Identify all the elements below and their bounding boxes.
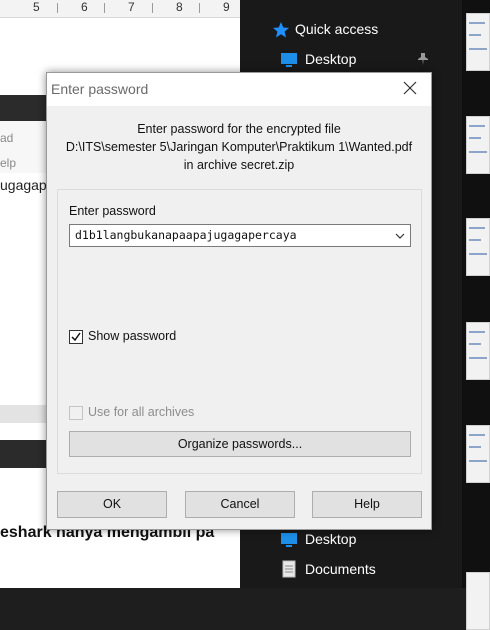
file-thumbnail[interactable] [466, 13, 490, 71]
cancel-button[interactable]: Cancel [185, 491, 295, 518]
ruler-tick: 7 [128, 0, 135, 14]
desktop-icon [281, 53, 297, 67]
ruler: 5 6 7 8 9 [0, 0, 240, 18]
show-password-label[interactable]: Show password [88, 329, 176, 343]
ribbon-text: elp [0, 156, 17, 170]
dialog-titlebar[interactable]: Enter password [47, 73, 431, 106]
document-text: ugagap [0, 177, 47, 193]
close-icon[interactable] [401, 79, 419, 97]
nav-item-desktop[interactable]: Desktop [305, 51, 356, 67]
organize-passwords-button[interactable]: Organize passwords... [69, 431, 411, 457]
chevron-down-icon[interactable] [394, 230, 406, 242]
file-thumbnail[interactable] [466, 425, 490, 483]
taskbar-strip [0, 95, 47, 121]
desktop-icon [281, 533, 297, 547]
ruler-tick: 8 [176, 0, 183, 14]
ruler-tick: 9 [223, 0, 230, 14]
file-thumbnail[interactable] [466, 218, 490, 276]
star-icon [273, 22, 289, 38]
file-thumbnail[interactable] [466, 572, 490, 630]
ribbon-text: ad [0, 131, 14, 145]
help-button[interactable]: Help [312, 491, 422, 518]
use-for-all-checkbox[interactable] [69, 406, 83, 420]
dialog-title: Enter password [51, 81, 149, 97]
use-for-all-label[interactable]: Use for all archives [88, 405, 194, 419]
pin-icon[interactable] [416, 52, 430, 66]
thumbnail-column [462, 0, 490, 630]
document-band [0, 405, 47, 423]
password-value: d1b1langbukanapaapajugagapercaya [75, 228, 297, 242]
nav-item-documents[interactable]: Documents [305, 561, 376, 577]
checkmark-icon [71, 332, 81, 342]
documents-icon [282, 560, 296, 578]
nav-item-desktop[interactable]: Desktop [305, 531, 356, 547]
password-input[interactable]: d1b1langbukanapaapajugagapercaya [69, 224, 411, 247]
show-password-checkbox[interactable] [69, 330, 83, 344]
ruler-tick: 6 [81, 0, 88, 14]
ribbon-fragment: ad elp [0, 121, 47, 173]
password-label: Enter password [69, 204, 156, 218]
message-line: in archive secret.zip [183, 158, 295, 172]
message-line: Enter password for the encrypted file [137, 122, 341, 136]
file-thumbnail[interactable] [466, 116, 490, 174]
message-file-path: D:\ITS\semester 5\Jaringan Komputer\Prak… [65, 140, 413, 154]
nav-item-quick-access[interactable]: Quick access [295, 21, 378, 37]
file-thumbnail[interactable] [466, 322, 490, 380]
password-dialog: Enter password Enter password for the en… [46, 72, 432, 530]
ok-button[interactable]: OK [57, 491, 167, 518]
ruler-tick: 5 [33, 0, 40, 14]
